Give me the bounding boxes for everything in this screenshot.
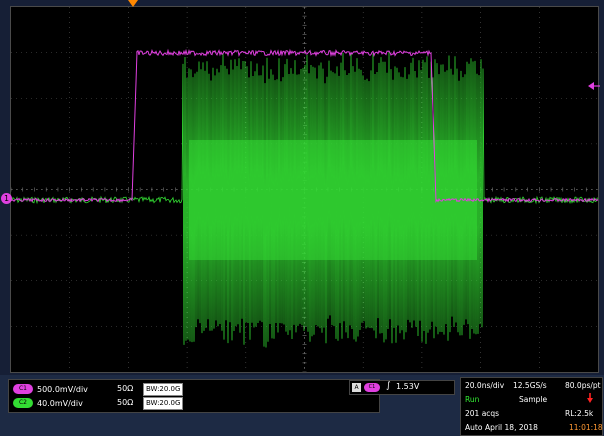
rising-edge-icon: ∫ [386,381,391,391]
acquisition-panel[interactable]: 20.0ns/div 12.5GS/s 80.0ps/pt Run Sample… [460,377,603,436]
trigger-position-icon[interactable] [128,0,138,8]
ch1-impedance: 50Ω [117,384,134,393]
trigger-level-value: 1.53V [396,382,420,391]
status-bar: C1 500.0mV/div 50Ω BW:20.0G C2 40.0mV/div … [0,375,604,436]
acquisition-count: 201 acqs [465,409,500,418]
ch1-settings-row[interactable]: C1 500.0mV/div 50Ω BW:20.0G [13,383,184,397]
ch1-scale: 500.0mV/div [37,384,88,394]
ch1-bandwidth: BW:20.0G [143,383,184,396]
scope-display-frame: 1 [0,0,604,375]
trigger-mode: Auto [465,423,483,432]
acquisition-time: 11:01:18 [569,423,603,432]
run-state: Run [465,395,480,404]
resolution: 80.0ps/pt [565,381,601,390]
ch2-impedance: 50Ω [117,398,134,407]
ch2-badge[interactable]: C2 [13,398,33,408]
run-stop-arrow-icon [587,393,593,403]
record-length: RL:2.5k [565,409,594,418]
trigger-source-badge: C1 [364,383,380,392]
trigger-settings-panel[interactable]: A C1 ∫ 1.53V [349,380,455,395]
trigger-type-icon: A [352,383,361,392]
ch1-badge[interactable]: C1 [13,384,33,394]
acquisition-mode: Sample [519,395,548,404]
channel-settings-panel: C1 500.0mV/div 50Ω BW:20.0G C2 40.0mV/div … [8,379,380,413]
acquisition-date: April 18, 2018 [485,423,538,432]
waveform-screen[interactable] [10,6,599,373]
trigger-level-icon[interactable] [588,82,600,90]
sample-rate: 12.5GS/s [513,381,547,390]
ch1-ground-marker[interactable]: 1 [1,193,12,204]
waveform-plot [11,7,598,372]
ch2-bandwidth: BW:20.0G [143,397,184,410]
ch2-settings-row[interactable]: C2 40.0mV/div 50Ω BW:20.0G [13,397,184,411]
ch2-scale: 40.0mV/div [37,398,83,408]
ch2-burst-core [189,140,477,260]
horizontal-scale: 20.0ns/div [465,381,505,390]
